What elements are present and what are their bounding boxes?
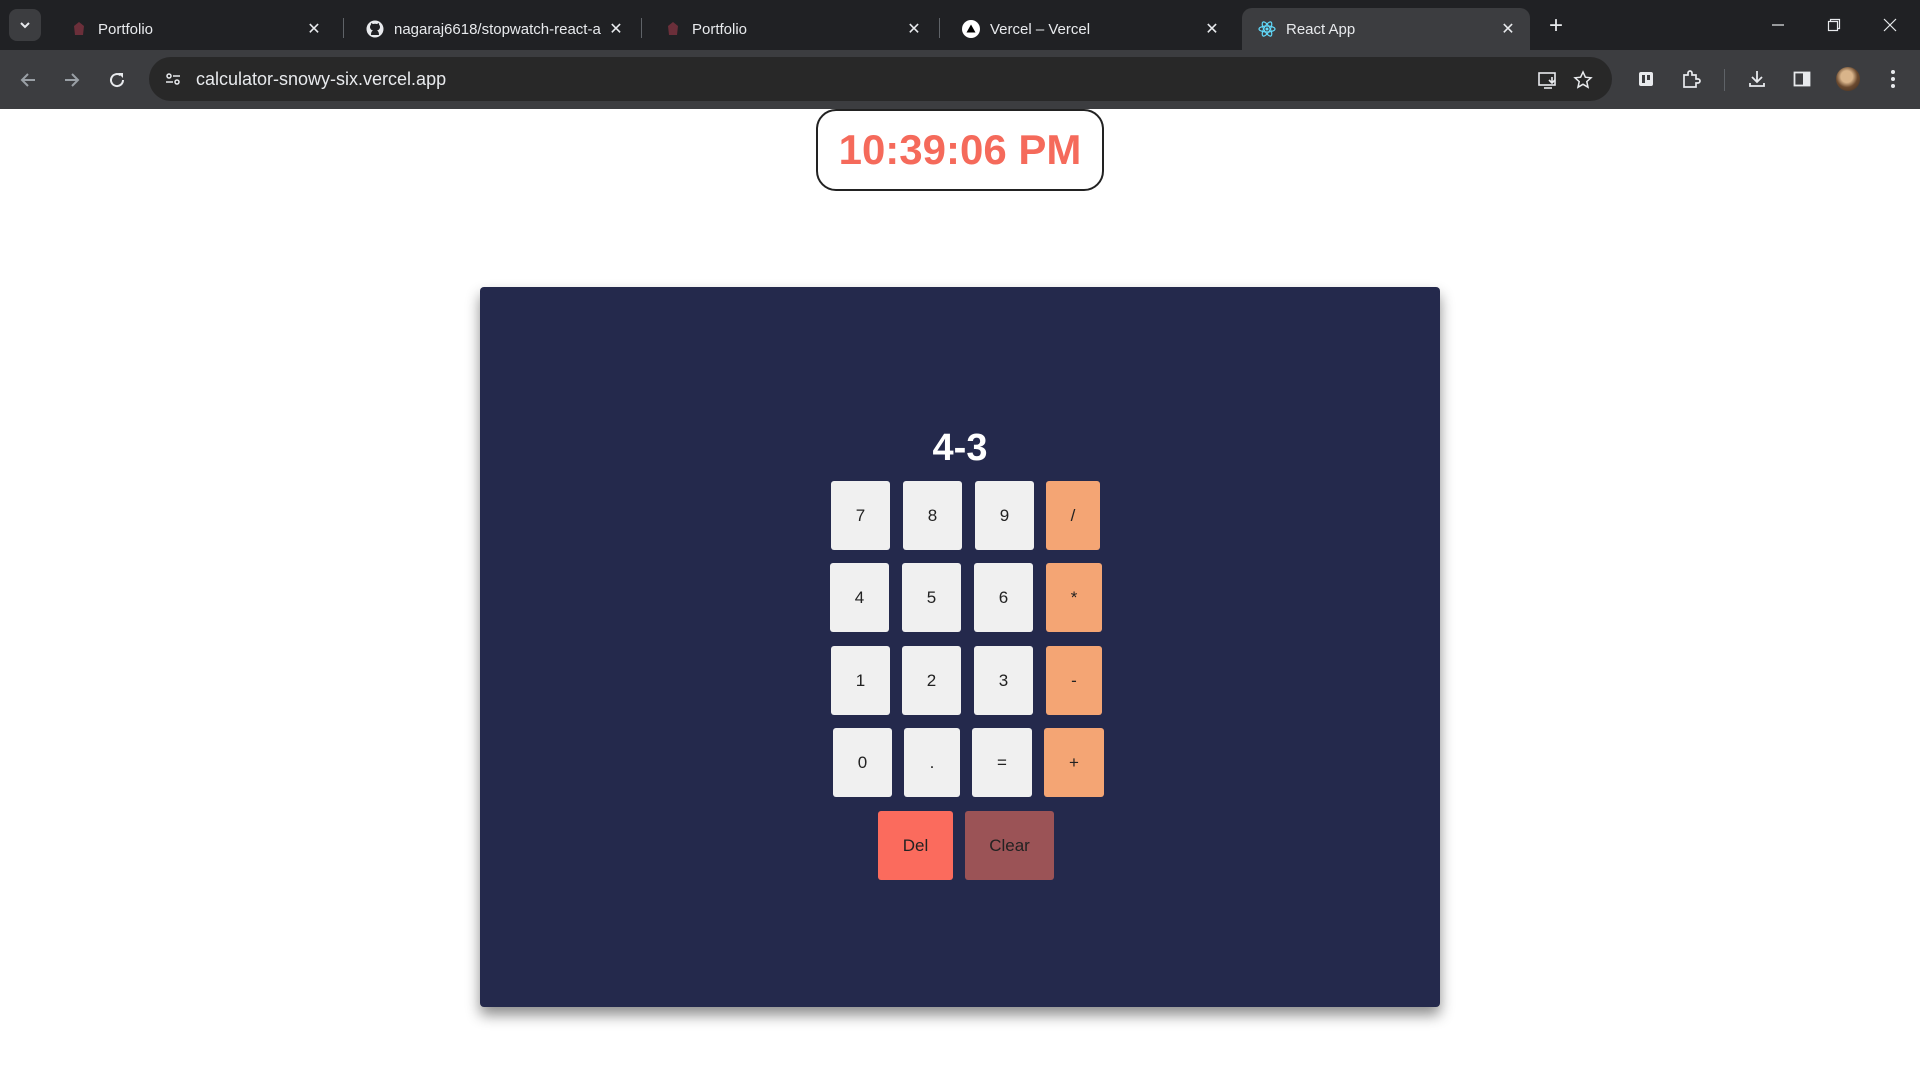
address-bar[interactable]: calculator-snowy-six.vercel.app <box>149 57 1612 101</box>
key-divide[interactable]: / <box>1046 481 1100 550</box>
toolbar-divider <box>1724 69 1725 91</box>
side-panel-icon[interactable] <box>1786 63 1818 95</box>
forward-button[interactable] <box>54 62 90 98</box>
key-9[interactable]: 9 <box>975 481 1034 550</box>
minimize-button[interactable] <box>1750 0 1806 50</box>
install-app-icon[interactable] <box>1535 67 1561 93</box>
tab-title: Portfolio <box>692 20 748 38</box>
key-4[interactable]: 4 <box>830 563 889 632</box>
plus-icon: + <box>1548 12 1563 39</box>
new-tab-button[interactable]: + <box>1542 12 1570 40</box>
close-window-button[interactable] <box>1862 0 1918 50</box>
back-button[interactable] <box>10 62 46 98</box>
key-multiply[interactable]: * <box>1046 563 1102 632</box>
tab-title: nagaraj6618/stopwatch-react-a <box>394 20 601 38</box>
profile-avatar[interactable] <box>1836 67 1860 91</box>
menu-kebab-icon[interactable] <box>1877 63 1909 95</box>
display-expression: 4-3 <box>932 427 988 469</box>
key-7[interactable]: 7 <box>831 481 890 550</box>
key-1[interactable]: 1 <box>831 646 890 715</box>
tab-title: Vercel – Vercel <box>990 20 1091 38</box>
portfolio-favicon-icon <box>70 20 88 38</box>
tab-title: Portfolio <box>98 20 154 38</box>
close-icon[interactable]: ✕ <box>1200 17 1224 41</box>
minimize-icon <box>1772 24 1784 26</box>
key-3[interactable]: 3 <box>974 646 1033 715</box>
tab-separator <box>939 18 940 38</box>
vercel-icon <box>962 20 980 38</box>
close-icon[interactable]: ✕ <box>604 17 628 41</box>
tab-separator <box>343 18 344 38</box>
key-decimal[interactable]: . <box>904 728 960 797</box>
extension-icon[interactable] <box>1630 63 1662 95</box>
key-add[interactable]: + <box>1044 728 1104 797</box>
key-subtract[interactable]: - <box>1046 646 1102 715</box>
tab-react-app[interactable]: React App ✕ <box>1242 8 1530 50</box>
tab-portfolio-1[interactable]: Portfolio ✕ <box>54 8 336 50</box>
restore-button[interactable] <box>1806 0 1862 50</box>
tab-separator <box>641 18 642 38</box>
tab-search-button[interactable] <box>9 9 41 41</box>
downloads-icon[interactable] <box>1741 63 1773 95</box>
restore-icon <box>1827 18 1841 32</box>
close-icon[interactable]: ✕ <box>902 17 926 41</box>
digital-clock: 10:39:06 PM <box>816 109 1104 191</box>
key-6[interactable]: 6 <box>974 563 1033 632</box>
clock-time: 10:39:06 PM <box>838 126 1082 173</box>
calculator-panel: 4-3 7 8 9 / 4 5 6 * 1 2 3 - 0 . = + Del … <box>480 287 1440 1007</box>
tab-portfolio-2[interactable]: Portfolio ✕ <box>648 8 936 50</box>
close-icon[interactable]: ✕ <box>1496 17 1520 41</box>
react-icon <box>1258 20 1276 38</box>
chevron-down-icon <box>20 22 30 29</box>
clear-button[interactable]: Clear <box>965 811 1054 880</box>
portfolio-favicon-icon <box>664 20 682 38</box>
key-0[interactable]: 0 <box>833 728 892 797</box>
tab-vercel[interactable]: Vercel – Vercel ✕ <box>946 8 1234 50</box>
key-equals[interactable]: = <box>972 728 1032 797</box>
site-info-icon[interactable] <box>161 67 185 91</box>
arrow-right-icon <box>65 73 80 87</box>
key-8[interactable]: 8 <box>903 481 962 550</box>
tab-strip: Portfolio ✕ nagaraj6618/stopwatch-react-… <box>0 0 1920 50</box>
key-5[interactable]: 5 <box>902 563 961 632</box>
tab-github[interactable]: nagaraj6618/stopwatch-react-a ✕ <box>350 8 638 50</box>
reload-button[interactable] <box>99 62 135 98</box>
arrow-left-icon <box>20 73 35 87</box>
close-icon[interactable]: ✕ <box>302 17 326 41</box>
bookmark-star-icon[interactable] <box>1570 67 1596 93</box>
key-2[interactable]: 2 <box>902 646 961 715</box>
reload-icon <box>110 73 125 88</box>
url-text[interactable]: calculator-snowy-six.vercel.app <box>196 69 446 90</box>
browser-toolbar: calculator-snowy-six.vercel.app <box>0 50 1920 109</box>
extensions-puzzle-icon[interactable] <box>1675 63 1707 95</box>
tab-title: React App <box>1286 20 1356 38</box>
delete-button[interactable]: Del <box>878 811 953 880</box>
close-icon <box>1883 18 1897 32</box>
github-icon <box>366 20 384 38</box>
